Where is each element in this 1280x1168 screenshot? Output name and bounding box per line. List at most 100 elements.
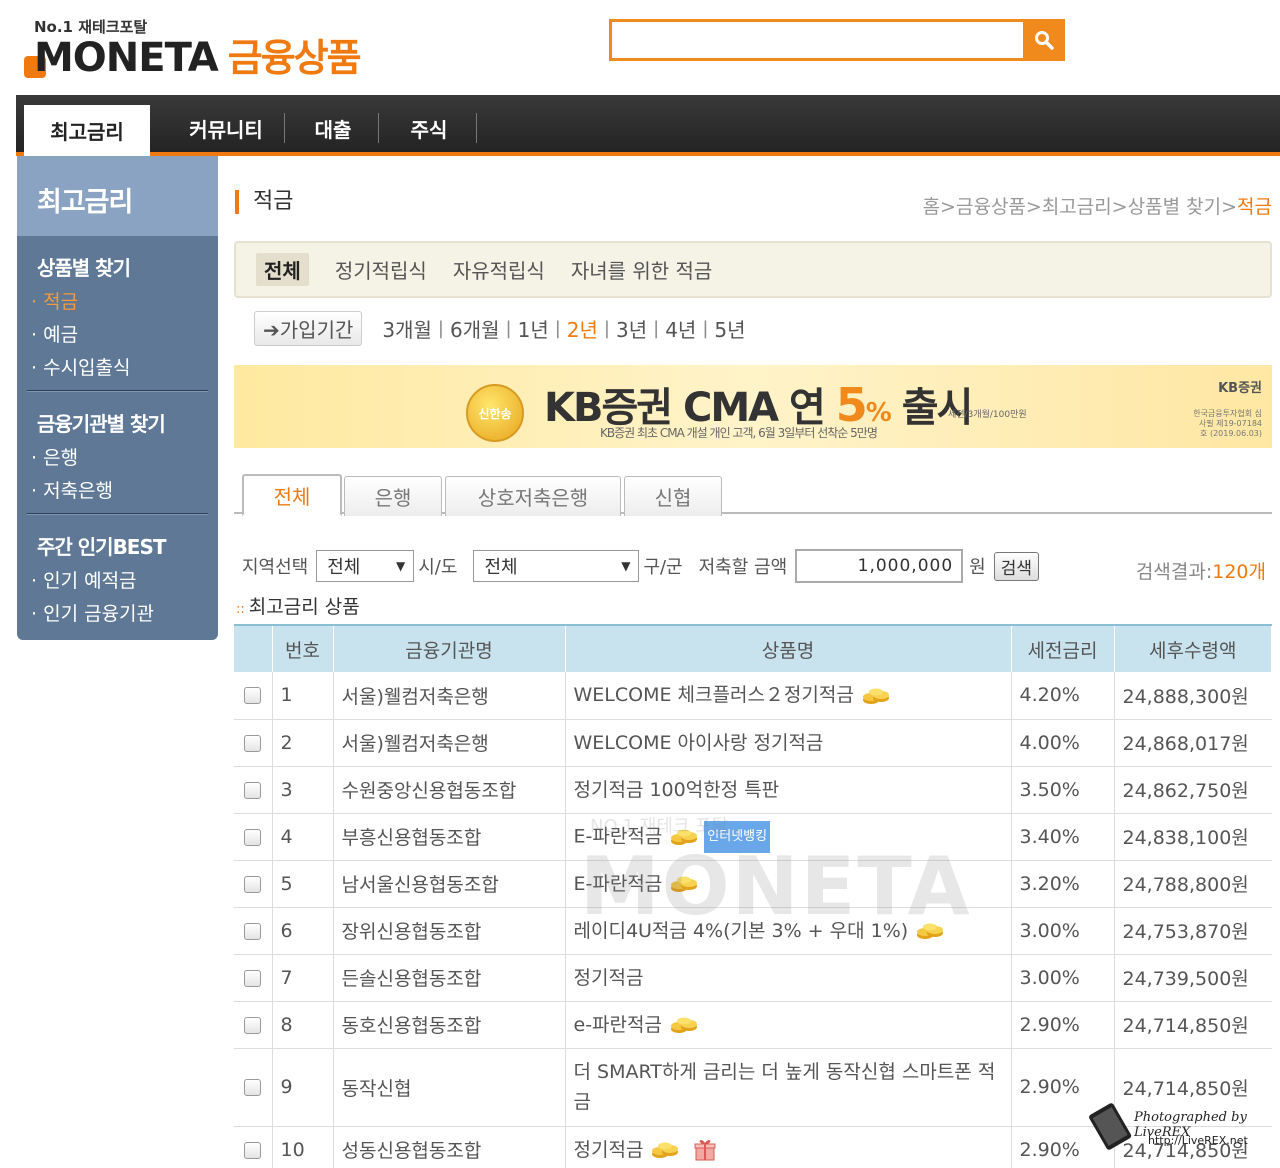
table-row[interactable]: 3 수원중앙신용협동조합 정기적금 100억한정 특판 3.50% 24,862,750… [234, 766, 1272, 814]
amount-input[interactable]: 1,000,000 [795, 549, 964, 583]
row-bank[interactable]: 장위신용협동조합 [333, 907, 566, 955]
header-amount: 세후수령액 [1114, 624, 1272, 672]
row-amount: 24,714,850원 [1114, 1001, 1272, 1049]
sidebar-divider [27, 390, 208, 392]
table-row[interactable]: 2 서울)웰컴저축은행 WELCOME 아이사랑 정기적금 4.00% 24,868,0… [234, 719, 1272, 767]
product-name[interactable]: 정기적금 100억한정 특판 [574, 779, 780, 801]
type-all[interactable]: 전체 [256, 253, 309, 286]
row-bank[interactable]: 서울)웰컴저축은행 [333, 719, 566, 767]
row-rate: 2.90% [1011, 1001, 1115, 1049]
row-bank[interactable]: 동호신용협동조합 [333, 1001, 566, 1049]
coins-icon [652, 1142, 679, 1158]
tab-bank[interactable]: 은행 [344, 476, 442, 516]
search-icon [1035, 31, 1054, 50]
sidebar-item-popular-savings[interactable]: · 인기 예적금 [31, 566, 218, 593]
banner-brand: KB증권 [1218, 381, 1262, 396]
nav-tab-community[interactable]: 커뮤니티 [166, 105, 286, 152]
row-checkbox[interactable] [244, 875, 262, 893]
product-name[interactable]: e-파란적금 [574, 1014, 662, 1036]
sidebar-item-installment[interactable]: · 적금 [31, 287, 218, 314]
row-checkbox[interactable] [244, 1016, 262, 1034]
ad-banner[interactable]: 신한송 KB증권 CMA 연 5% 출시 KB증권 최초 CMA 개설 개인 고… [234, 365, 1272, 448]
row-amount: 24,753,870원 [1114, 907, 1272, 955]
row-product[interactable]: 정기적금 [565, 954, 1012, 1002]
period-6m[interactable]: 6개월 [444, 314, 506, 343]
row-bank[interactable]: 든솔신용협동조합 [333, 954, 566, 1002]
filter-search-button[interactable]: 검색 [993, 551, 1039, 581]
product-name[interactable]: E-파란적금 [574, 825, 663, 847]
moneta-logo[interactable]: MONETA 금융상품 [24, 34, 362, 80]
search-input[interactable] [612, 22, 1023, 58]
search-button[interactable] [1023, 19, 1065, 61]
row-product[interactable]: 정기적금 [565, 1126, 1012, 1168]
row-product[interactable]: 레이디4U적금 4%(기본 3% + 우대 1%) [565, 907, 1012, 955]
row-checkbox[interactable] [244, 781, 262, 799]
product-name[interactable]: 레이디4U적금 4%(기본 3% + 우대 1%) [574, 920, 909, 942]
sido-select[interactable]: 전체 ▼ [316, 550, 415, 582]
table-row[interactable]: 5 남서울신용협동조합 E-파란적금 3.20% 24,788,800원 [234, 860, 1272, 908]
table-row[interactable]: 1 서울)웰컴저축은행 WELCOME 체크플러스２정기적금 4.20% 24,888,… [234, 672, 1272, 720]
row-product[interactable]: E-파란적금 [565, 860, 1012, 908]
row-product[interactable]: 더 SMART하게 금리는 더 높게 동작신협 스마트폰 적금 [565, 1048, 1012, 1127]
nav-tab-stock[interactable]: 주식 [380, 105, 478, 152]
type-free[interactable]: 자유적립식 [453, 255, 545, 284]
row-bank[interactable]: 동작신협 [333, 1048, 566, 1127]
row-rate: 4.20% [1011, 672, 1115, 720]
product-name[interactable]: 더 SMART하게 금리는 더 높게 동작신협 스마트폰 적금 [574, 1061, 996, 1113]
table-row[interactable]: 7 든솔신용협동조합 정기적금 3.00% 24,739,500원 [234, 954, 1272, 1002]
arrow-right-icon: ➔ [263, 318, 280, 342]
nav-tab-loan[interactable]: 대출 [288, 105, 378, 152]
row-bank[interactable]: 서울)웰컴저축은행 [333, 672, 566, 720]
product-name[interactable]: 정기적금 [574, 967, 644, 989]
period-1y[interactable]: 1년 [512, 314, 555, 343]
type-children[interactable]: 자녀를 위한 적금 [571, 255, 713, 284]
header-bank: 금융기관명 [333, 624, 566, 672]
sidebar-item-savings-bank[interactable]: · 저축은행 [31, 476, 218, 503]
amount-label: 저축할 금액 [698, 557, 788, 578]
row-amount: 24,739,500원 [1114, 954, 1272, 1002]
sidebar-heading-institutions: 금융기관별 찾기 [37, 412, 166, 436]
period-2y[interactable]: 2년 [561, 314, 604, 343]
row-product[interactable]: e-파란적금 [565, 1001, 1012, 1049]
row-checkbox[interactable] [244, 687, 262, 705]
row-checkbox[interactable] [244, 828, 262, 846]
row-bank[interactable]: 남서울신용협동조합 [333, 860, 566, 908]
row-product[interactable]: WELCOME 체크플러스２정기적금 [565, 672, 1012, 720]
row-checkbox[interactable] [244, 922, 262, 940]
row-bank[interactable]: 성동신용협동조합 [333, 1126, 566, 1168]
product-name[interactable]: WELCOME 체크플러스２정기적금 [574, 684, 854, 706]
tab-savings-bank[interactable]: 상호저축은행 [445, 476, 621, 516]
product-name[interactable]: WELCOME 아이사랑 정기적금 [574, 732, 824, 754]
sidebar-item-deposit[interactable]: · 예금 [31, 320, 218, 347]
sidebar-item-popular-institutions[interactable]: · 인기 금융기관 [31, 599, 218, 626]
row-bank[interactable]: 수원중앙신용협동조합 [333, 766, 566, 814]
tab-all[interactable]: 전체 [242, 474, 342, 516]
row-bank[interactable]: 부흥신용협동조합 [333, 813, 566, 861]
gugun-select[interactable]: 전체 ▼ [473, 550, 640, 582]
nav-tab-best-rate[interactable]: 최고금리 [24, 105, 150, 156]
sidebar-item-demand[interactable]: · 수시입출식 [31, 353, 218, 380]
row-product[interactable]: WELCOME 아이사랑 정기적금 [565, 719, 1012, 767]
period-5y[interactable]: 5년 [708, 314, 751, 343]
row-product[interactable]: 정기적금 100억한정 특판 [565, 766, 1012, 814]
product-name[interactable]: E-파란적금 [574, 873, 663, 895]
period-4y[interactable]: 4년 [659, 314, 702, 343]
table-row[interactable]: 8 동호신용협동조합 e-파란적금 2.90% 24,714,850원 [234, 1001, 1272, 1049]
row-checkbox[interactable] [244, 1141, 262, 1159]
row-product[interactable]: E-파란적금 인터넷뱅킹 [565, 813, 1012, 861]
row-checkbox[interactable] [244, 1079, 262, 1096]
row-checkbox[interactable] [244, 969, 262, 987]
row-amount: 24,838,100원 [1114, 813, 1272, 861]
table-row[interactable]: 6 장위신용협동조합 레이디4U적금 4%(기본 3% + 우대 1%) 3.00% 2… [234, 907, 1272, 955]
table-row[interactable]: 4 부흥신용협동조합 E-파란적금 인터넷뱅킹 3.40% 24,838,100원 [234, 813, 1272, 861]
row-checkbox[interactable] [244, 734, 262, 752]
breadcrumb[interactable]: 홈>금융상품>최고금리>상품별 찾기>적금 [923, 192, 1272, 219]
type-fixed[interactable]: 정기적립식 [335, 255, 427, 284]
amount-unit: 원 [969, 557, 986, 578]
bullet-icon: :: [236, 602, 245, 617]
product-name[interactable]: 정기적금 [574, 1139, 644, 1161]
tab-credit-union[interactable]: 신협 [624, 476, 722, 516]
sidebar-item-bank[interactable]: · 은행 [31, 443, 218, 470]
period-3m[interactable]: 3개월 [376, 314, 438, 343]
period-3y[interactable]: 3년 [610, 314, 653, 343]
